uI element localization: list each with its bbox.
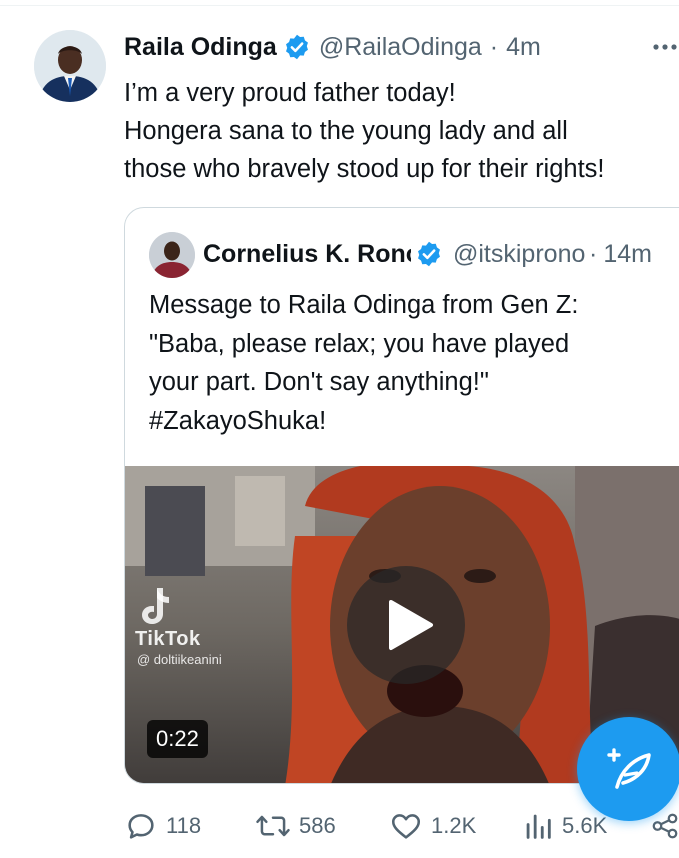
quoted-tweet-card[interactable]: Cornelius K. Ronoh @itskipronoh · 14m Me… (124, 207, 679, 784)
tweet-text-line: those who bravely stood up for their rig… (124, 155, 605, 183)
more-horizontal-icon[interactable] (650, 30, 679, 64)
repost-icon (256, 815, 290, 837)
quoted-tweet-header: Cornelius K. Ronoh @itskipronoh · 14m (203, 236, 679, 272)
tweet-timestamp[interactable]: 4m (506, 33, 541, 62)
verified-badge-icon (415, 240, 443, 268)
analytics-icon (526, 814, 551, 839)
reply-icon (128, 814, 154, 839)
repost-button[interactable]: 586 (255, 806, 336, 846)
tweet-header: Raila Odinga @RailaOdinga · 4m (124, 30, 679, 64)
heart-icon (391, 814, 421, 839)
author-avatar[interactable] (34, 30, 106, 102)
quoted-author-name[interactable]: Cornelius K. Ronoh (203, 240, 411, 269)
tweet-text-line: Hongera sana to the young lady and all (124, 117, 568, 145)
reply-count: 118 (166, 813, 202, 838)
quoted-text-line: "Baba, please relax; you have played (149, 329, 570, 358)
quoted-header-separator: · (589, 239, 598, 268)
play-button[interactable] (347, 566, 465, 684)
quoted-tweet-text: Message to Raila Odinga from Gen Z: "Bab… (149, 286, 679, 440)
tweet-text: I’m a very proud father today! Hongera s… (124, 74, 679, 188)
verified-badge-icon (283, 33, 311, 61)
quoted-text-line: your part. Don't say anything!" (149, 368, 489, 396)
video-duration: 0:22 (147, 720, 208, 758)
like-count: 1.2K (431, 813, 477, 838)
quoted-text-line: Message to Raila Odinga from Gen Z: (149, 291, 579, 319)
author-handle[interactable]: @RailaOdinga (319, 33, 482, 62)
compose-feather-icon (607, 748, 651, 789)
play-icon (389, 600, 433, 650)
compose-post-button[interactable] (577, 717, 679, 821)
tiktok-username: @ doltiikeanini (137, 652, 222, 667)
quoted-tweet-timestamp[interactable]: 14m (603, 240, 652, 269)
top-divider (0, 5, 679, 6)
reply-button[interactable]: 118 (124, 806, 201, 846)
like-button[interactable]: 1.2K (389, 806, 476, 846)
quoted-author-avatar[interactable] (149, 232, 195, 278)
repost-count: 586 (299, 813, 336, 838)
header-separator: · (489, 32, 499, 61)
author-name[interactable]: Raila Odinga (124, 33, 277, 62)
quoted-author-handle[interactable]: @itskipronoh (453, 240, 585, 269)
tiktok-watermark: TikTok (135, 628, 201, 650)
tweet-text-line: I’m a very proud father today! (124, 79, 456, 107)
quoted-text-line[interactable]: #ZakayoShuka! (149, 402, 679, 441)
